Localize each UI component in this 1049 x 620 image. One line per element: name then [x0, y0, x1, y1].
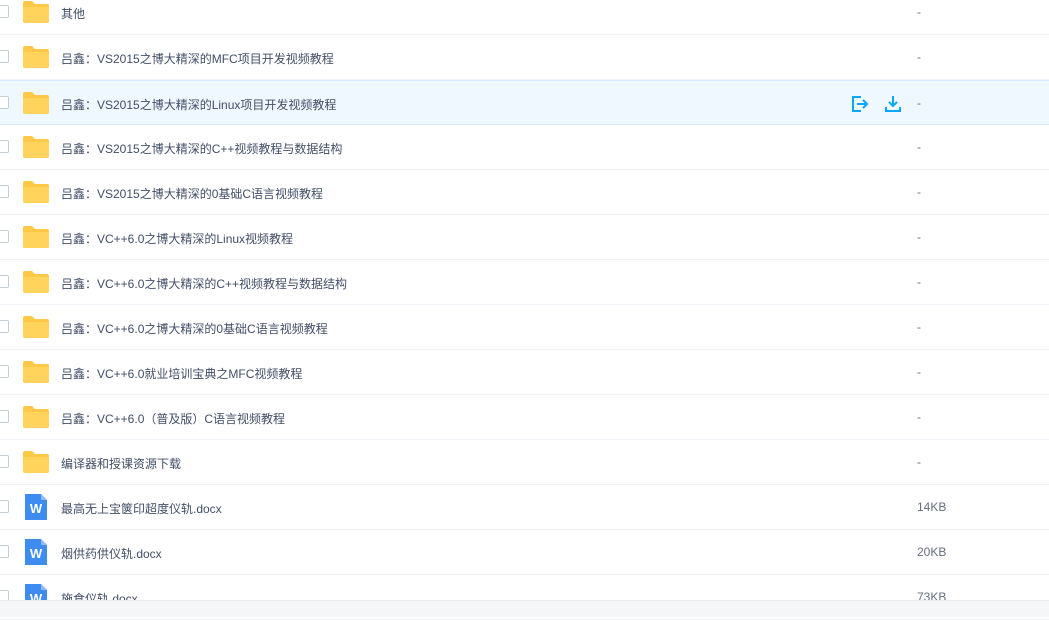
file-row[interactable]: W 烟供药供仪轨.docx 20KB	[0, 530, 1049, 575]
file-row[interactable]: 吕鑫：VS2015之博大精深的Linux项目开发视频教程 -	[0, 80, 1049, 125]
file-row[interactable]: 吕鑫：VC++6.0之博大精深的C++视频教程与数据结构 -	[0, 260, 1049, 305]
row-checkbox[interactable]	[0, 185, 9, 198]
file-name-link[interactable]: 吕鑫：VC++6.0之博大精深的Linux视频教程	[61, 230, 293, 247]
file-size: 14KB	[917, 500, 947, 514]
word-document-icon: W	[22, 539, 50, 565]
file-name-link[interactable]: 吕鑫：VS2015之博大精深的0基础C语言视频教程	[61, 185, 323, 202]
file-size: -	[917, 50, 921, 64]
row-checkbox[interactable]	[0, 365, 9, 378]
file-row[interactable]: W 最高无上宝箧印超度仪轨.docx 14KB	[0, 485, 1049, 530]
file-size: -	[917, 365, 921, 379]
file-size: -	[917, 185, 921, 199]
file-name-link[interactable]: 烟供药供仪轨.docx	[61, 545, 162, 562]
file-name-link[interactable]: 最高无上宝箧印超度仪轨.docx	[61, 500, 222, 517]
row-checkbox[interactable]	[0, 545, 9, 558]
file-size: -	[917, 5, 921, 19]
file-size: -	[917, 455, 921, 469]
folder-icon	[22, 224, 50, 250]
file-row[interactable]: 吕鑫：VC++6.0之博大精深的Linux视频教程 -	[0, 215, 1049, 260]
row-checkbox[interactable]	[0, 275, 9, 288]
file-name-link[interactable]: 吕鑫：VS2015之博大精深的MFC项目开发视频教程	[61, 50, 334, 67]
folder-icon	[22, 179, 50, 205]
folder-icon	[22, 404, 50, 430]
row-checkbox[interactable]	[0, 500, 9, 513]
file-size: -	[917, 275, 921, 289]
file-row[interactable]: 编译器和授课资源下载 -	[0, 440, 1049, 485]
file-row[interactable]: 吕鑫：VS2015之博大精深的C++视频教程与数据结构 -	[0, 125, 1049, 170]
word-document-icon: W	[22, 494, 50, 520]
folder-icon	[22, 134, 50, 160]
file-name-link[interactable]: 其他	[61, 5, 85, 22]
download-icon[interactable]	[883, 94, 903, 114]
row-checkbox[interactable]	[0, 140, 9, 153]
file-row[interactable]: 其他 -	[0, 0, 1049, 35]
share-icon[interactable]	[850, 94, 870, 114]
file-name-link[interactable]: 编译器和授课资源下载	[61, 455, 181, 472]
folder-icon	[22, 90, 50, 116]
file-size: -	[917, 230, 921, 244]
file-row[interactable]: 吕鑫：VC++6.0（普及版）C语言视频教程 -	[0, 395, 1049, 440]
folder-icon	[22, 359, 50, 385]
bottom-bar	[0, 600, 1049, 617]
file-name-link[interactable]: 吕鑫：VS2015之博大精深的Linux项目开发视频教程	[61, 96, 336, 113]
svg-text:W: W	[30, 501, 43, 516]
file-size: -	[917, 320, 921, 334]
file-size: -	[917, 410, 921, 424]
row-checkbox[interactable]	[0, 455, 9, 468]
file-size: -	[917, 140, 921, 154]
row-checkbox[interactable]	[0, 96, 9, 109]
row-checkbox[interactable]	[0, 230, 9, 243]
file-row[interactable]: 吕鑫：VC++6.0之博大精深的0基础C语言视频教程 -	[0, 305, 1049, 350]
folder-icon	[22, 44, 50, 70]
file-row[interactable]: 吕鑫：VS2015之博大精深的MFC项目开发视频教程 -	[0, 35, 1049, 80]
folder-icon	[22, 269, 50, 295]
file-size: 20KB	[917, 545, 947, 559]
row-checkbox[interactable]	[0, 410, 9, 423]
file-name-link[interactable]: 吕鑫：VC++6.0之博大精深的0基础C语言视频教程	[61, 320, 328, 337]
file-name-link[interactable]: 吕鑫：VC++6.0就业培训宝典之MFC视频教程	[61, 365, 302, 382]
file-name-link[interactable]: 吕鑫：VS2015之博大精深的C++视频教程与数据结构	[61, 140, 342, 157]
folder-icon	[22, 314, 50, 340]
file-size: -	[917, 96, 921, 110]
svg-text:W: W	[30, 546, 43, 561]
folder-icon	[22, 0, 50, 25]
file-list: 其他 - 吕鑫：VS2015之博大精深的MFC项目开发视频教程 - 吕鑫：VS2015之…	[0, 0, 1049, 620]
file-row[interactable]: 吕鑫：VC++6.0就业培训宝典之MFC视频教程 -	[0, 350, 1049, 395]
row-checkbox[interactable]	[0, 50, 9, 63]
row-checkbox[interactable]	[0, 320, 9, 333]
folder-icon	[22, 449, 50, 475]
row-checkbox[interactable]	[0, 5, 9, 18]
file-name-link[interactable]: 吕鑫：VC++6.0（普及版）C语言视频教程	[61, 410, 285, 427]
file-row[interactable]: 吕鑫：VS2015之博大精深的0基础C语言视频教程 -	[0, 170, 1049, 215]
file-name-link[interactable]: 吕鑫：VC++6.0之博大精深的C++视频教程与数据结构	[61, 275, 347, 292]
